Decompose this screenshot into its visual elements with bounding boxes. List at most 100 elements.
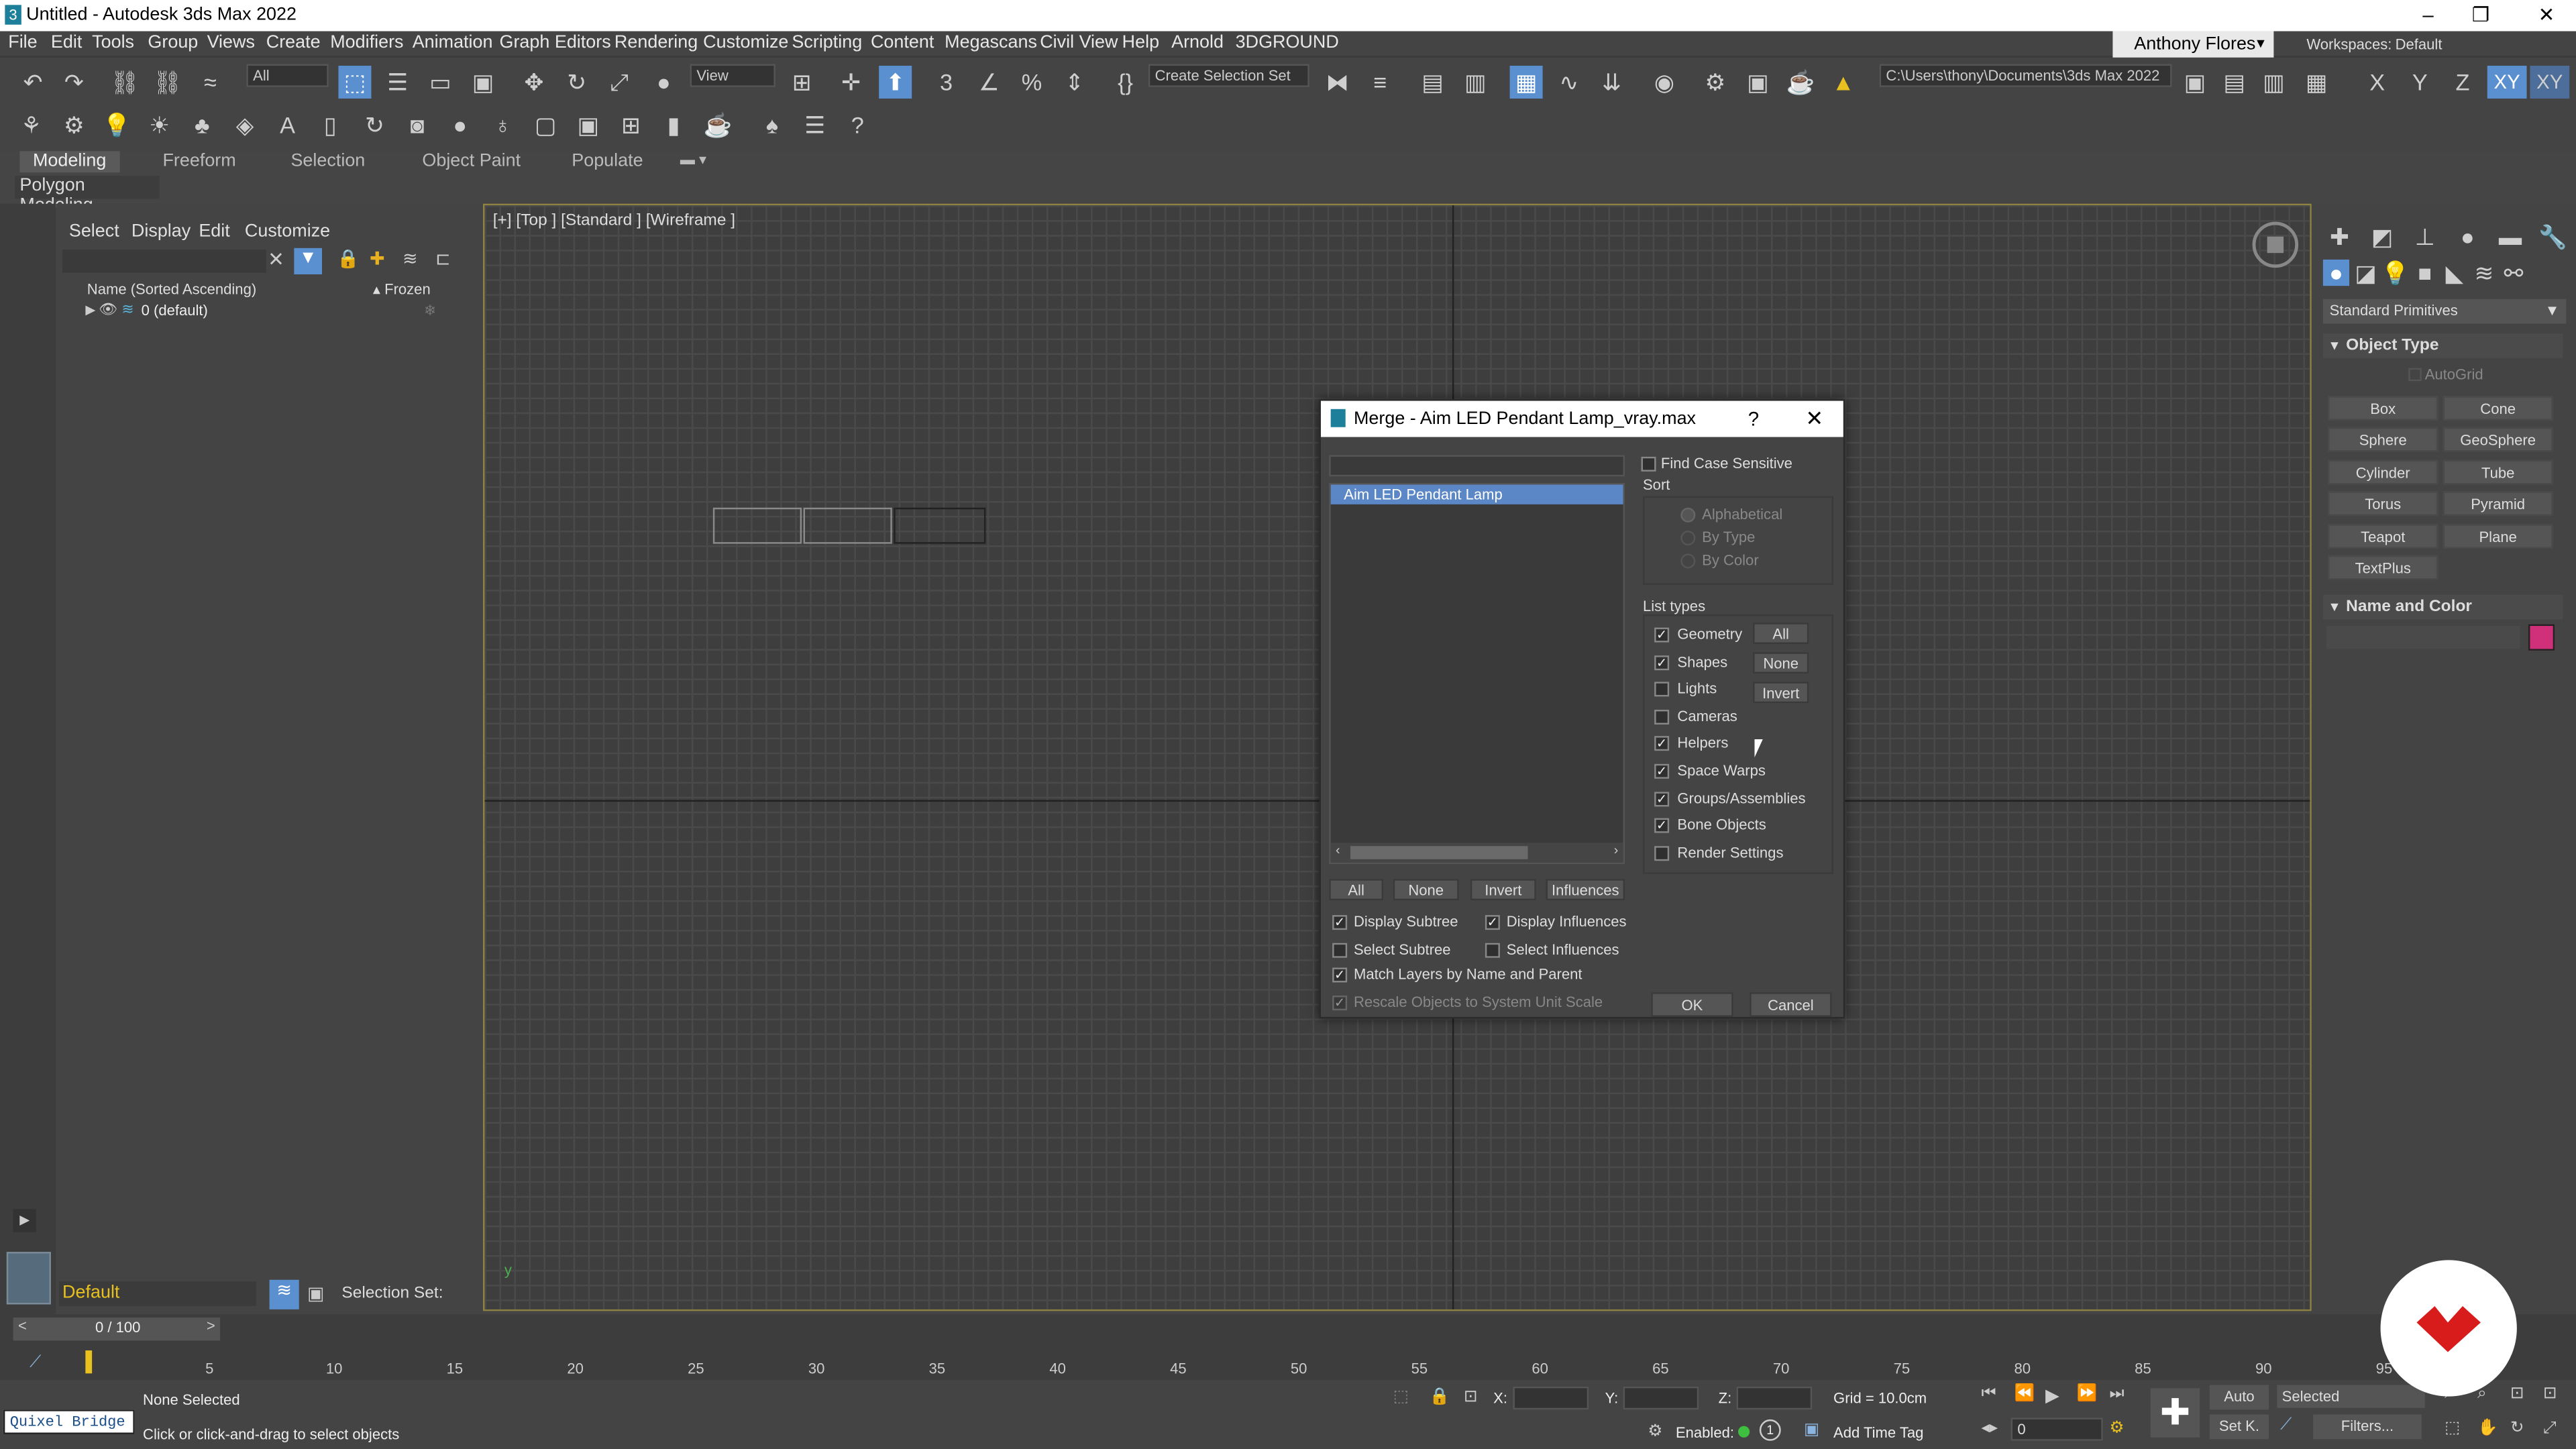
- option-checkbox[interactable]: [1332, 943, 1348, 958]
- object-type-rollout[interactable]: ▼ Object Type: [2322, 333, 2563, 358]
- project-icon-1[interactable]: ▣: [2178, 66, 2211, 99]
- warning-icon[interactable]: ▲: [1827, 66, 1860, 99]
- scene-explorer-toggle-icon[interactable]: ▦: [1509, 65, 1543, 99]
- tab-freeform[interactable]: Freeform: [162, 151, 235, 172]
- cameras-category-icon[interactable]: ■: [2412, 260, 2438, 286]
- curve-editor-mini-icon[interactable]: ⟋: [30, 1354, 41, 1372]
- tab-modeling[interactable]: Modeling: [19, 151, 119, 173]
- toggle-ribbon-icon[interactable]: ▥: [1459, 66, 1492, 99]
- rectangular-selection-icon[interactable]: ▭: [424, 66, 457, 99]
- close-icon[interactable]: ✕: [2517, 0, 2576, 32]
- render-icon[interactable]: ◙: [401, 109, 434, 142]
- menu-3dground[interactable]: 3DGROUND: [1236, 33, 1339, 52]
- time-marker[interactable]: [85, 1350, 93, 1374]
- lights-category-icon[interactable]: 💡: [2381, 259, 2410, 286]
- object-name-input[interactable]: [2326, 626, 2520, 649]
- isolate-icon[interactable]: ⬚: [1393, 1388, 1409, 1406]
- shapes-category-icon[interactable]: ◪: [2353, 259, 2379, 286]
- text-icon[interactable]: A: [271, 109, 304, 142]
- pyramid-button[interactable]: Pyramid: [2443, 491, 2553, 516]
- list-type-checkbox[interactable]: ✓: [1654, 627, 1670, 643]
- auto-key-button[interactable]: Auto: [2209, 1385, 2269, 1410]
- set-key-button[interactable]: Set K.: [2209, 1414, 2269, 1440]
- list-type-checkbox[interactable]: ✓: [1654, 791, 1670, 806]
- material-editor-icon[interactable]: ◉: [1648, 66, 1680, 99]
- merge-search-input[interactable]: [1329, 455, 1625, 477]
- list-type-checkbox[interactable]: [1654, 682, 1670, 697]
- info-icon[interactable]: 1: [1759, 1419, 1781, 1441]
- spacewarps-category-icon[interactable]: ≋: [2471, 259, 2497, 286]
- box-button[interactable]: Box: [2328, 396, 2438, 421]
- list-type-checkbox[interactable]: ✓: [1654, 737, 1670, 752]
- selection-filter-dropdown[interactable]: All: [246, 64, 329, 87]
- y-coordinate-field[interactable]: [1623, 1386, 1699, 1410]
- ribbon-options-icon[interactable]: ▬ ▾: [680, 151, 706, 172]
- viewport-layout-icon[interactable]: [6, 1252, 51, 1305]
- unlink-icon[interactable]: ⛓: [151, 66, 184, 99]
- forest-icon[interactable]: ♠: [756, 109, 789, 142]
- expand-icon[interactable]: ▶: [85, 303, 95, 317]
- plane-button[interactable]: Plane: [2443, 524, 2553, 549]
- time-slider[interactable]: < 0 / 100 >: [13, 1318, 221, 1341]
- minimize-icon[interactable]: –: [2399, 0, 2458, 32]
- option-checkbox[interactable]: ✓: [1332, 915, 1348, 930]
- layer-manager-icon[interactable]: ≋: [269, 1279, 299, 1309]
- workspaces-value[interactable]: Default: [2396, 36, 2443, 52]
- primitive-type-dropdown[interactable]: Standard Primitives ▼: [2322, 299, 2567, 324]
- sort-by-type-radio[interactable]: [1680, 531, 1696, 546]
- torus-button[interactable]: Torus: [2328, 491, 2438, 516]
- tab-populate[interactable]: Populate: [572, 151, 643, 172]
- layers-icon[interactable]: ≋: [402, 248, 418, 269]
- scroll-left-icon[interactable]: ‹: [1336, 843, 1340, 857]
- light-icon[interactable]: 💡: [100, 109, 133, 142]
- scene-menu-edit[interactable]: Edit: [199, 222, 229, 241]
- hierarchy-icon[interactable]: ⊏: [435, 248, 451, 269]
- render-production-icon[interactable]: ☕: [1784, 66, 1817, 99]
- pivot-center-icon[interactable]: ⊞: [786, 66, 818, 99]
- axis-x-button[interactable]: X: [2361, 66, 2394, 99]
- percent-snap-icon[interactable]: %: [1015, 66, 1048, 99]
- brazil-icon[interactable]: ⚙: [58, 109, 91, 142]
- selection-lock-icon[interactable]: 🔒: [1430, 1388, 1450, 1406]
- axis-xy-cycle-button[interactable]: XY: [2530, 65, 2570, 99]
- option-checkbox[interactable]: [1485, 943, 1500, 958]
- cylinder-button[interactable]: Cylinder: [2328, 460, 2438, 485]
- viewport-label[interactable]: [+] [Top ] [Standard ] [Wireframe ]: [493, 212, 735, 230]
- bind-spacewarp-icon[interactable]: ≈: [194, 66, 227, 99]
- create-tab-icon[interactable]: ✚: [2323, 220, 2356, 253]
- utilities-tab-icon[interactable]: 🔧: [2536, 220, 2569, 253]
- list-item-selected[interactable]: Aim LED Pendant Lamp: [1330, 484, 1623, 504]
- project-icon-2[interactable]: ▤: [2218, 66, 2251, 99]
- tab-selection[interactable]: Selection: [290, 151, 365, 172]
- hierarchy-tab-icon[interactable]: ⊥: [2408, 220, 2441, 253]
- move-icon[interactable]: ✥: [517, 66, 550, 99]
- sort-alphabetical-radio[interactable]: [1680, 507, 1696, 523]
- tube-button[interactable]: Tube: [2443, 460, 2553, 485]
- list-type-checkbox[interactable]: ✓: [1654, 818, 1670, 834]
- place-icon[interactable]: ●: [647, 66, 680, 99]
- scene-menu-display[interactable]: Display: [131, 222, 191, 241]
- quixel-bridge-button[interactable]: Quixel Bridge: [3, 1409, 135, 1434]
- list-type-checkbox[interactable]: ✓: [1654, 655, 1670, 670]
- curve-editor-icon[interactable]: ∿: [1552, 66, 1585, 99]
- manipulate-icon[interactable]: ✛: [835, 66, 867, 99]
- time-slider-right-icon[interactable]: >: [207, 1318, 215, 1334]
- reference-coordinate-dropdown[interactable]: View: [690, 64, 775, 87]
- column-frozen-header[interactable]: ▴ Frozen: [373, 281, 431, 299]
- mirror-icon[interactable]: ⧓: [1321, 66, 1354, 99]
- name-and-color-rollout[interactable]: ▼ Name and Color: [2322, 594, 2563, 620]
- helpers-category-icon[interactable]: ◣: [2441, 259, 2467, 286]
- pan-icon[interactable]: ✋: [2477, 1419, 2498, 1438]
- set-key-icon[interactable]: ✚: [2150, 1388, 2200, 1438]
- menu-megascans[interactable]: Megascans: [945, 33, 1037, 52]
- zoom-extents-all-icon[interactable]: ⊡: [2543, 1385, 2557, 1403]
- menu-modifiers[interactable]: Modifiers: [330, 33, 403, 52]
- sphere-button[interactable]: Sphere: [2328, 427, 2438, 452]
- key-filters-button[interactable]: Filters...: [2313, 1414, 2422, 1440]
- containers-icon[interactable]: ⚘: [15, 109, 48, 142]
- list-none-button[interactable]: None: [1393, 879, 1459, 901]
- cancel-button[interactable]: Cancel: [1750, 992, 1832, 1017]
- systems-category-icon[interactable]: ⚯: [2500, 259, 2526, 286]
- option-checkbox[interactable]: ✓: [1332, 996, 1348, 1011]
- link-icon[interactable]: ⛓: [109, 66, 142, 99]
